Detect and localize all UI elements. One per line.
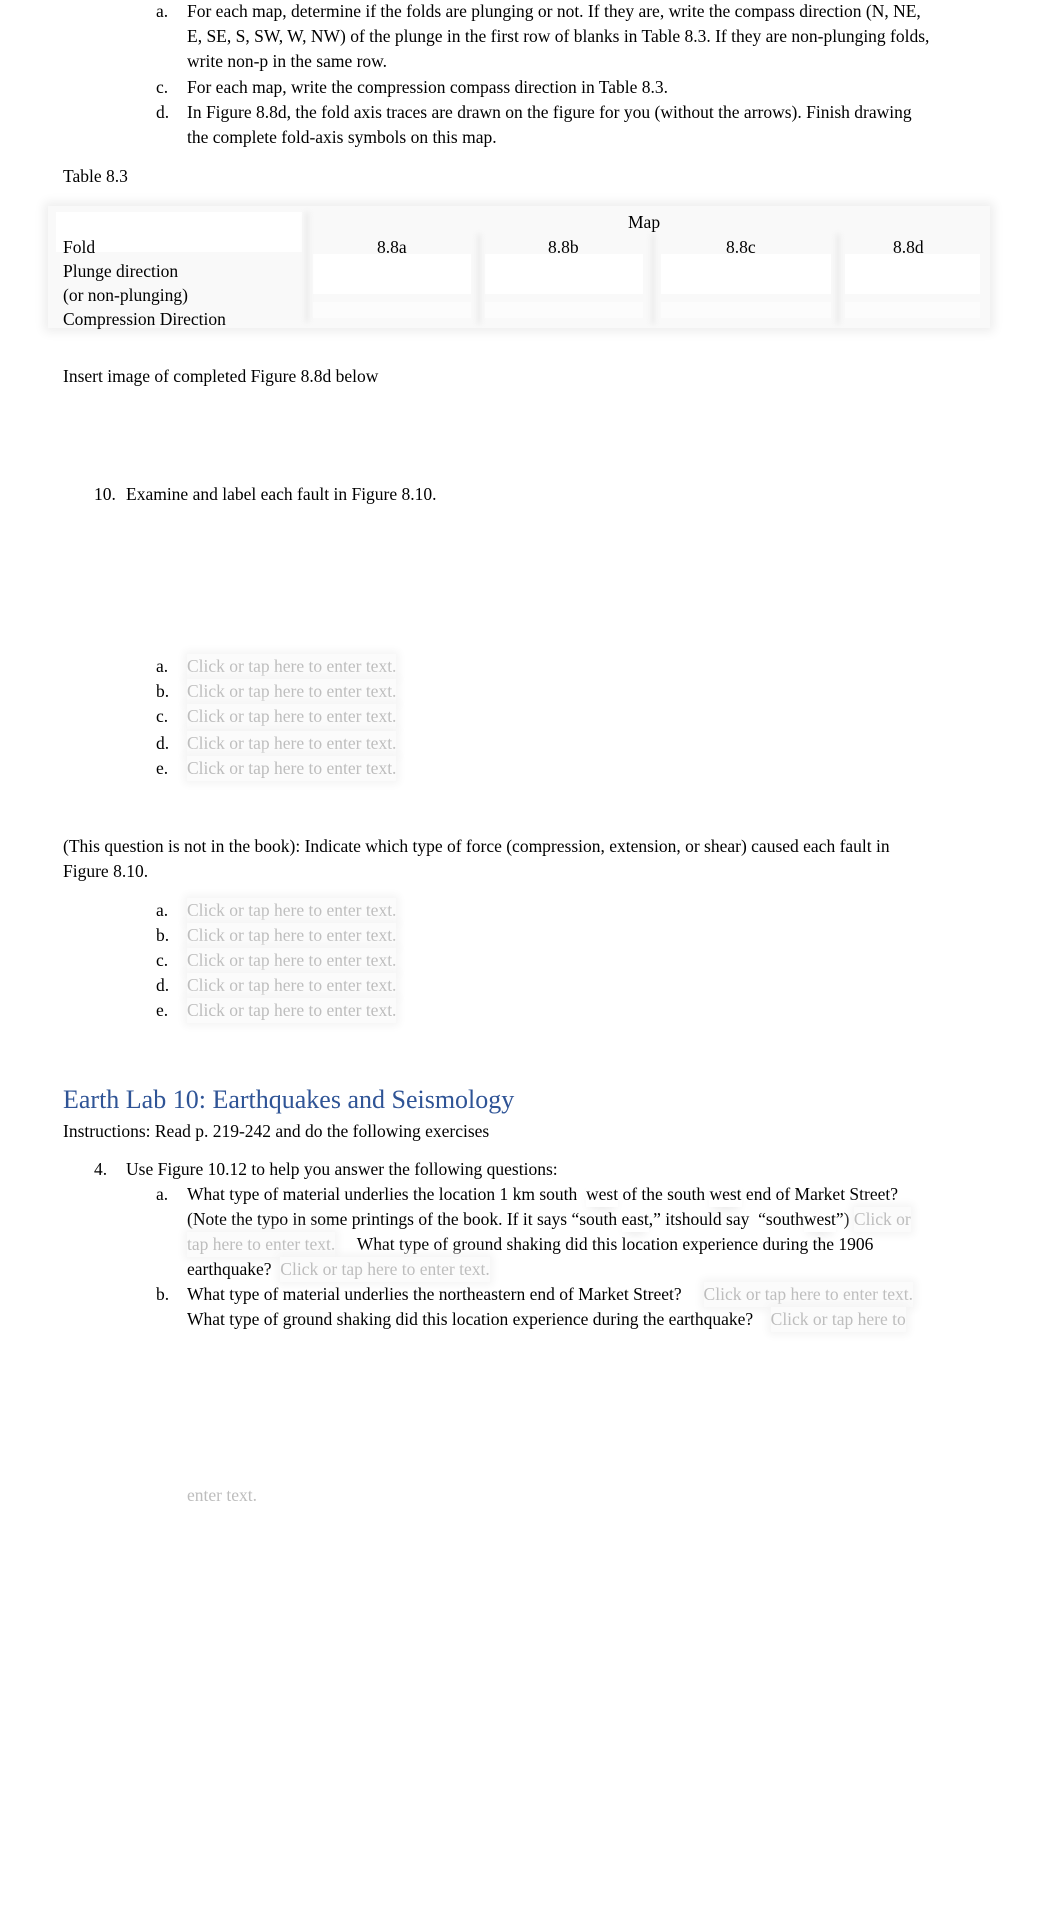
- q4a-text: What type of material underlies the loca…: [187, 1184, 578, 1204]
- q4a-answer-field-1[interactable]: Click or: [853, 1207, 911, 1232]
- column-divider: [304, 212, 310, 322]
- sub-question-label: a.: [156, 1184, 169, 1204]
- answer-label: b.: [156, 681, 170, 701]
- q4a-text: end of Market Street?: [745, 1184, 899, 1204]
- answer-field-b[interactable]: Click or tap here to enter text.: [187, 679, 397, 704]
- q4b-line-2: What type of ground shaking did this loc…: [187, 1307, 906, 1332]
- answer-field-c[interactable]: Click or tap here to enter text.: [187, 704, 397, 729]
- column-divider: [476, 234, 482, 324]
- row-label-fold: Fold: [63, 237, 96, 257]
- q4a-text: “south: [758, 1209, 804, 1229]
- q4b-answer-field-2[interactable]: Click or tap here to: [770, 1307, 906, 1332]
- list-item-text: For each map, determine if the folds are…: [187, 1, 921, 21]
- list-label: c.: [156, 77, 169, 97]
- column-header-8-8b: 8.8b: [548, 237, 579, 257]
- list-item-text: write non-p in the same row.: [187, 51, 388, 71]
- compression-cell-8-8a[interactable]: [313, 302, 471, 318]
- column-header-8-8d: 8.8d: [893, 237, 924, 257]
- answer-label: d.: [156, 733, 170, 753]
- list-item-text: For each map, write the compression comp…: [187, 77, 669, 97]
- section-heading: Earth Lab 10: Earthquakes and Seismology: [63, 1085, 515, 1114]
- q4b-line-1: What type of material underlies the nort…: [187, 1282, 913, 1307]
- table-8-3: Map Fold Plunge direction (or non-plungi…: [48, 206, 990, 329]
- column-header-8-8c: 8.8c: [726, 237, 756, 257]
- answer-field-d[interactable]: Click or tap here to enter text.: [187, 731, 397, 756]
- q4b-answer-field-2-cont[interactable]: enter text.: [187, 1483, 257, 1508]
- q4a-line-1: What type of material underlies the loca…: [187, 1182, 898, 1207]
- question-text: Examine and label each fault in Figure 8…: [126, 484, 437, 504]
- answer-label: d.: [156, 975, 170, 995]
- q4a-text: should say: [675, 1209, 750, 1229]
- instructions-text: : Read p. 219-242 and do the following e…: [145, 1121, 490, 1141]
- q4a-line-2: (Note the typo in some printings of the …: [187, 1207, 911, 1232]
- q4b-answer-field-1[interactable]: Click or tap here to enter text.: [703, 1282, 913, 1307]
- plunge-cell-8-8d[interactable]: [845, 254, 980, 294]
- compression-cell-8-8d[interactable]: [845, 302, 980, 318]
- answer-label: c.: [156, 706, 169, 726]
- table-group-header: Map: [628, 212, 661, 232]
- plunge-cell-8-8a[interactable]: [313, 254, 471, 294]
- compression-cell-8-8c[interactable]: [661, 302, 831, 318]
- force-answer-field-b[interactable]: Click or tap here to enter text.: [187, 923, 397, 948]
- q4a-text: ”): [835, 1209, 850, 1229]
- q4b-question-1: What type of material underlies the nort…: [187, 1284, 682, 1304]
- list-item-text: E, SE, S, SW, W, NW) of the plunge in th…: [187, 26, 930, 46]
- q4b-question-2: What type of ground shaking did this loc…: [187, 1309, 754, 1329]
- answer-label: b.: [156, 925, 170, 945]
- list-item-text: the complete fold-axis symbols on this m…: [187, 127, 497, 147]
- row-label-plunge-note: (or non-plunging): [63, 285, 188, 305]
- q4a-text: (Note the typo in some printings of the …: [187, 1209, 618, 1229]
- plunge-cell-8-8b[interactable]: [485, 254, 643, 294]
- force-question-text: Figure 8.10.: [63, 861, 149, 881]
- q4a-question-2: What type of ground shaking did this loc…: [356, 1234, 874, 1254]
- row-label-compression: Compression Direction: [63, 309, 226, 329]
- answer-label: c.: [156, 950, 169, 970]
- q4a-line-3: tap here to enter text. What type of gro…: [187, 1232, 873, 1257]
- compression-cell-8-8b[interactable]: [485, 302, 643, 318]
- q4a-text: west: [586, 1182, 618, 1207]
- answer-label: e.: [156, 1000, 169, 1020]
- q4a-text: west: [709, 1182, 741, 1207]
- column-divider: [650, 234, 656, 324]
- force-answer-field-a[interactable]: Click or tap here to enter text.: [187, 898, 397, 923]
- row-label-plunge: Plunge direction: [63, 261, 179, 281]
- plunge-cell-8-8c[interactable]: [661, 254, 831, 294]
- column-header-8-8a: 8.8a: [377, 237, 407, 257]
- table-caption: Table 8.3: [63, 166, 128, 186]
- answer-label: a.: [156, 656, 169, 676]
- answer-label: a.: [156, 900, 169, 920]
- q4a-question-2-end: earthquake?: [187, 1259, 272, 1279]
- force-answer-field-e[interactable]: Click or tap here to enter text.: [187, 998, 397, 1023]
- force-question-text: (This question is not in the book): Indi…: [63, 836, 890, 856]
- list-label: a.: [156, 1, 169, 21]
- column-divider: [835, 234, 841, 324]
- question-text: Use Figure 10.12 to help you answer the …: [126, 1159, 558, 1179]
- force-answer-field-c[interactable]: Click or tap here to enter text.: [187, 948, 397, 973]
- sub-question-label: b.: [156, 1284, 170, 1304]
- question-number: 10.: [94, 484, 116, 504]
- q4a-text: east: [622, 1207, 649, 1232]
- q4a-line-4: earthquake? Click or tap here to enter t…: [187, 1257, 490, 1282]
- instructions-label: Instructions: [63, 1121, 146, 1141]
- insert-image-note: Insert image of completed Figure 8.8d be…: [63, 366, 379, 386]
- q4a-text: of the south: [622, 1184, 706, 1204]
- q4a-text: west: [804, 1207, 836, 1232]
- list-label: d.: [156, 102, 170, 122]
- answer-label: e.: [156, 758, 169, 778]
- answer-field-e[interactable]: Click or tap here to enter text.: [187, 756, 397, 781]
- answer-field-a[interactable]: Click or tap here to enter text.: [187, 654, 397, 679]
- list-item-text: In Figure 8.8d, the fold axis traces are…: [187, 102, 912, 122]
- q4a-answer-field-2[interactable]: Click or tap here to enter text.: [280, 1257, 490, 1282]
- question-number: 4.: [94, 1159, 108, 1179]
- q4a-text: ,” it: [648, 1209, 675, 1229]
- force-answer-field-d[interactable]: Click or tap here to enter text.: [187, 973, 397, 998]
- q4a-answer-field-1-cont[interactable]: tap here to enter text.: [187, 1232, 336, 1257]
- instructions: Instructions: Read p. 219-242 and do the…: [63, 1119, 489, 1144]
